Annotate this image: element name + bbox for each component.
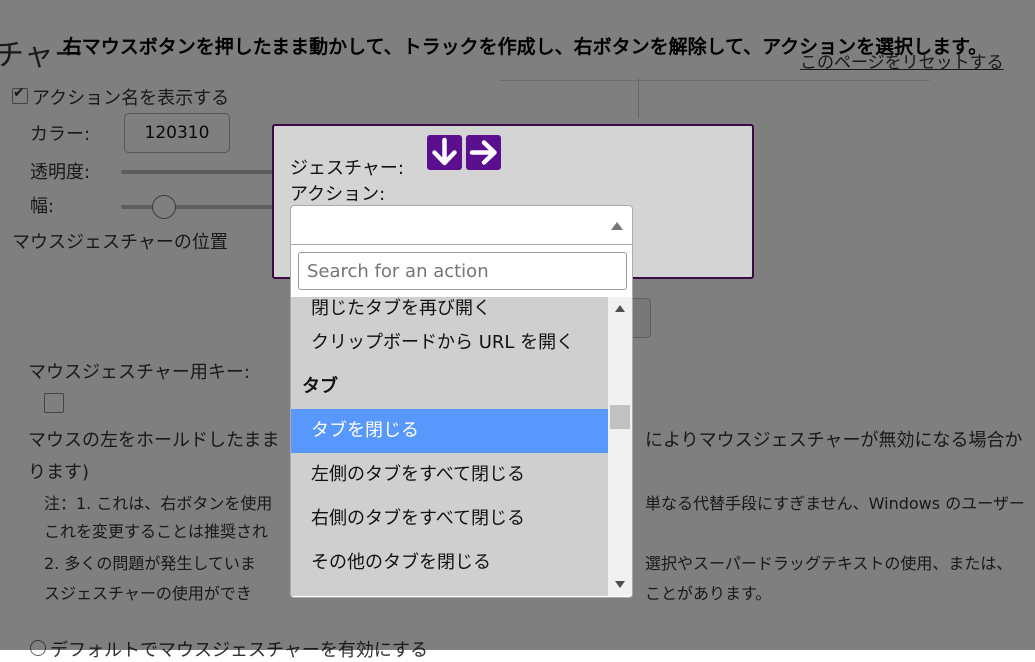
- scroll-up-arrow-icon[interactable]: [615, 305, 625, 312]
- action-select[interactable]: [290, 205, 633, 245]
- option-close-other-tabs[interactable]: その他のタブを閉じる: [291, 541, 608, 585]
- option-close-tabs-left[interactable]: 左側のタブをすべて閉じる: [291, 453, 608, 497]
- option-reopen-closed-tab[interactable]: 閉じたタブを再び開く: [291, 297, 608, 321]
- action-dropdown-panel: 閉じたタブを再び開く クリップボードから URL を開く タブ タブを閉じる 左…: [290, 245, 633, 598]
- action-options-list: 閉じたタブを再び開く クリップボードから URL を開く タブ タブを閉じる 左…: [291, 297, 608, 596]
- gesture-label: ジェスチャー:: [290, 158, 404, 179]
- option-group-tabs: タブ: [302, 376, 338, 397]
- option-close-tabs-right[interactable]: 右側のタブをすべて閉じる: [291, 497, 608, 541]
- arrow-right-icon: [466, 135, 501, 170]
- action-search-input[interactable]: [298, 252, 627, 290]
- caret-up-icon: [611, 222, 623, 230]
- option-close-tab[interactable]: タブを閉じる: [291, 409, 608, 453]
- option-open-url-from-clipboard[interactable]: クリップボードから URL を開く: [291, 321, 608, 365]
- action-label: アクション:: [290, 184, 386, 205]
- scroll-down-arrow-icon[interactable]: [615, 581, 625, 588]
- gesture-instruction: 右マウスボタンを押したまま動かして、トラックを作成し、右ボタンを解除して、アクシ…: [62, 36, 988, 58]
- options-scrollbar[interactable]: [608, 297, 632, 596]
- arrow-down-icon: [427, 135, 462, 170]
- scroll-thumb[interactable]: [610, 405, 630, 429]
